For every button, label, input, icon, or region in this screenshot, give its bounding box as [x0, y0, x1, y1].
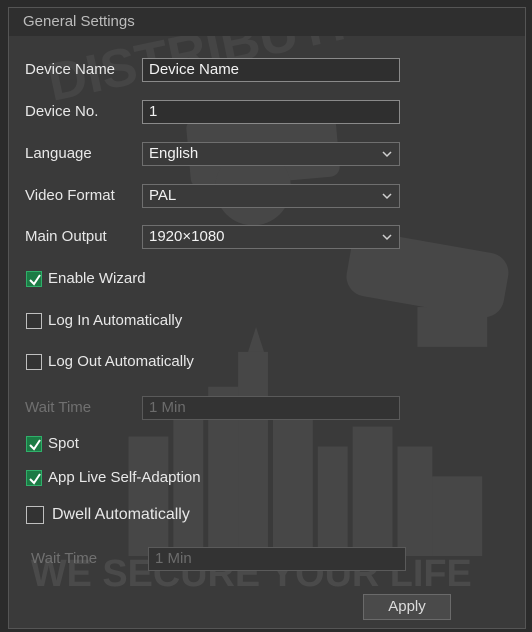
device-name-label: Device Name [25, 61, 116, 78]
device-name-row: Device Name Device Name [9, 56, 525, 84]
chevron-down-icon [382, 234, 392, 241]
spot-checkbox[interactable]: Spot [26, 430, 226, 458]
wait-time-input-2[interactable]: 1 Min [148, 547, 406, 571]
language-value: English [149, 145, 199, 162]
chevron-down-icon [382, 193, 392, 200]
enable-wizard-checkbox[interactable]: Enable Wizard [26, 265, 326, 293]
app-live-checkbox[interactable]: App Live Self-Adaption [26, 464, 326, 492]
spot-label: Spot [48, 435, 79, 452]
log-in-auto-label: Log In Automatically [48, 312, 183, 329]
chevron-down-icon [382, 151, 392, 158]
wait-time-label-1: Wait Time [25, 399, 92, 416]
video-format-label: Video Format [25, 187, 115, 204]
video-format-value: PAL [149, 187, 177, 204]
panel-title: General Settings [9, 8, 525, 36]
language-select[interactable]: English [142, 142, 400, 166]
checkbox-checked-icon [26, 436, 42, 452]
wait-time-row-2: Wait Time 1 Min [9, 545, 525, 573]
general-settings-panel: DISTRIBUTION WE SECURE YOUR LIFE General… [8, 7, 526, 629]
app-live-label: App Live Self-Adaption [48, 469, 201, 486]
device-no-label: Device No. [25, 103, 99, 120]
video-format-select[interactable]: PAL [142, 184, 400, 208]
checkbox-unchecked-icon [26, 313, 42, 329]
dwell-auto-checkbox[interactable]: Dwell Automatically [26, 501, 326, 529]
log-in-auto-checkbox[interactable]: Log In Automatically [26, 307, 326, 335]
device-name-input[interactable]: Device Name [142, 58, 400, 82]
enable-wizard-label: Enable Wizard [48, 270, 146, 287]
language-row: Language English [9, 140, 525, 168]
wait-time-row-1: Wait Time 1 Min [9, 394, 525, 422]
main-output-select[interactable]: 1920×1080 [142, 225, 400, 249]
main-output-label: Main Output [25, 228, 107, 245]
log-out-auto-label: Log Out Automatically [48, 353, 194, 370]
checkbox-unchecked-icon [26, 506, 44, 524]
checkbox-checked-icon [26, 470, 42, 486]
checkbox-checked-icon [26, 271, 42, 287]
main-output-row: Main Output 1920×1080 [9, 223, 525, 251]
dwell-auto-label: Dwell Automatically [52, 506, 190, 523]
device-no-input[interactable]: 1 [142, 100, 400, 124]
main-output-value: 1920×1080 [149, 228, 225, 245]
language-label: Language [25, 145, 92, 162]
device-no-row: Device No. 1 [9, 98, 525, 126]
wait-time-label-2: Wait Time [31, 550, 98, 567]
log-out-auto-checkbox[interactable]: Log Out Automatically [26, 348, 326, 376]
wait-time-input-1[interactable]: 1 Min [142, 396, 400, 420]
apply-button[interactable]: Apply [363, 594, 451, 620]
video-format-row: Video Format PAL [9, 182, 525, 210]
checkbox-unchecked-icon [26, 354, 42, 370]
